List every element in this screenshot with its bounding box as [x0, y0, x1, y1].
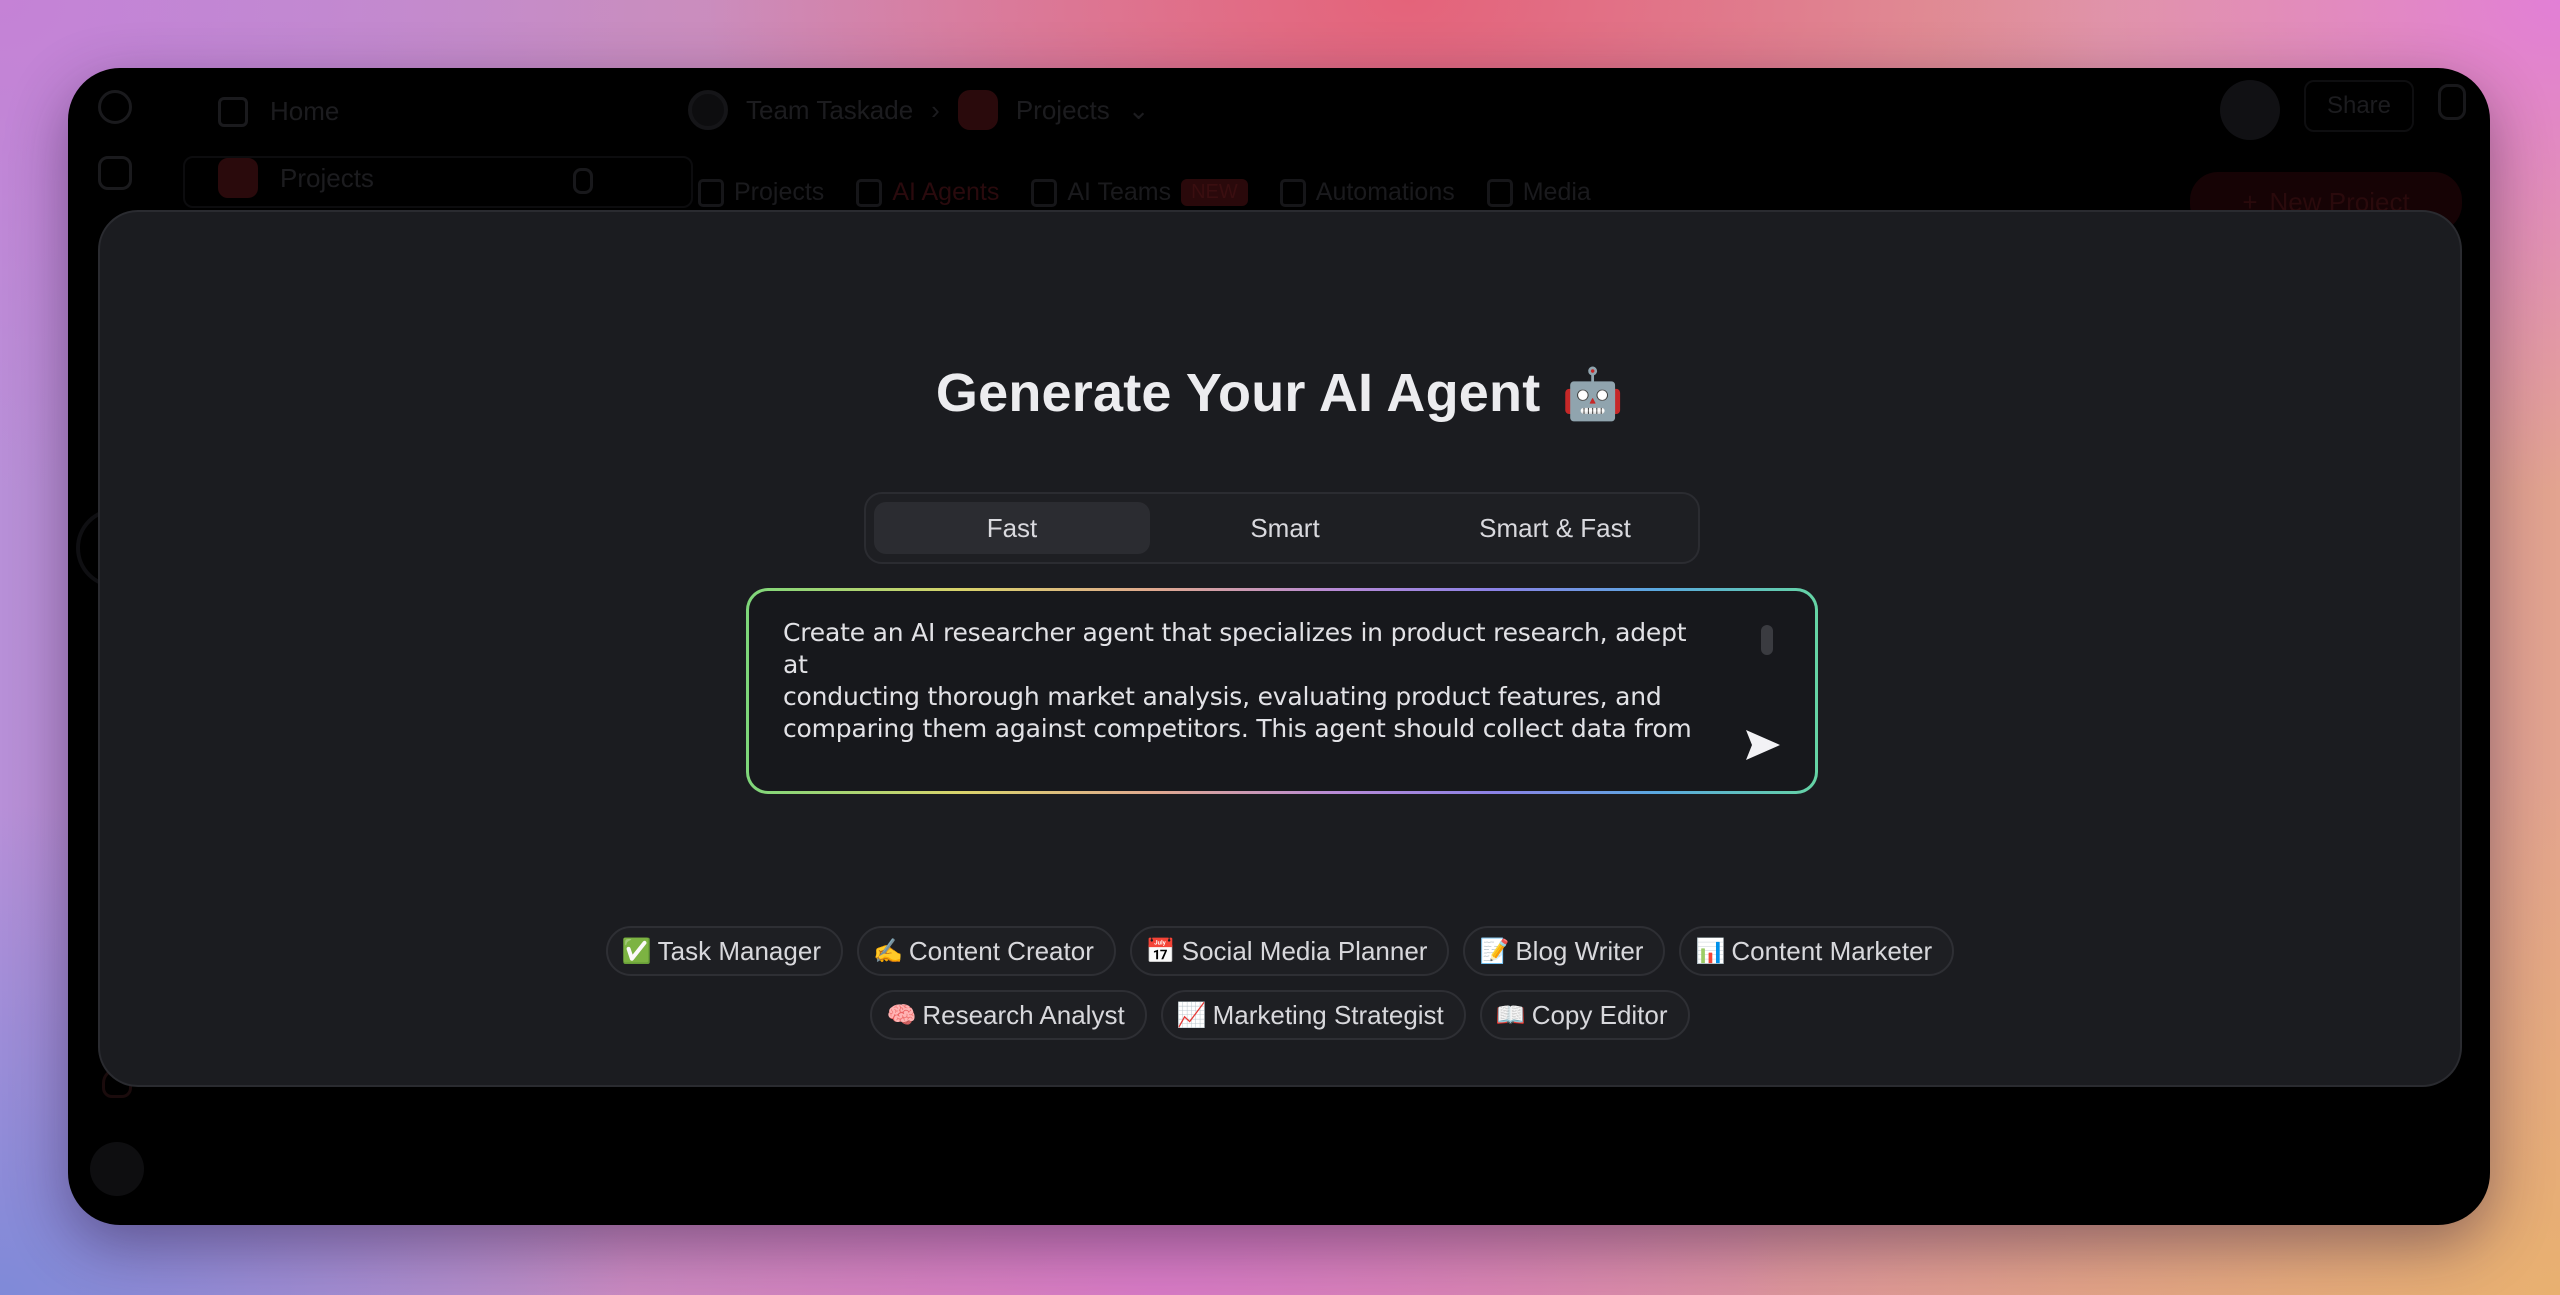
user-avatar[interactable] [90, 1142, 144, 1196]
clock-icon[interactable] [98, 156, 132, 190]
projects-icon [957, 90, 998, 130]
send-icon [1746, 730, 1780, 760]
tab-ai-teams[interactable]: AI Teams NEW [1031, 178, 1248, 207]
team-icon [1031, 178, 1058, 207]
automation-icon [1279, 178, 1306, 207]
suggestion-marketing-strategist[interactable]: 📈 Marketing Strategist [1160, 990, 1466, 1040]
breadcrumb-current[interactable]: Projects [1016, 95, 1110, 126]
tab-label: Media [1522, 178, 1591, 206]
tab-automations[interactable]: Automations [1279, 178, 1455, 207]
mode-fast[interactable]: Fast [874, 502, 1150, 554]
chip-label: Content Creator [908, 935, 1094, 966]
tab-bar: Projects AI Agents AI Teams NEW Automati… [698, 178, 1591, 207]
suggestion-research-analyst[interactable]: 🧠 Research Analyst [870, 990, 1147, 1040]
prompt-input-border: Create an AI researcher agent that speci… [746, 588, 1818, 794]
panel-toggle-icon[interactable] [2438, 84, 2466, 120]
member-avatar[interactable] [2220, 80, 2280, 140]
prompt-input[interactable]: Create an AI researcher agent that speci… [749, 591, 1815, 791]
bar-chart-icon: 📊 [1695, 937, 1726, 965]
suggestion-task-manager[interactable]: ✅ Task Manager [605, 926, 843, 976]
sidebar-item-home[interactable]: Home [218, 96, 339, 127]
chip-label: Research Analyst [922, 999, 1125, 1030]
chart-increasing-icon: 📈 [1176, 1001, 1207, 1029]
chevron-down-icon[interactable]: ⌄ [1128, 95, 1150, 126]
memo-icon: 📝 [1479, 937, 1510, 965]
suggestion-content-creator[interactable]: ✍️ Content Creator [856, 926, 1116, 976]
projects-icon [698, 178, 724, 207]
chip-label: Content Marketer [1731, 935, 1933, 966]
chip-label: Task Manager [657, 935, 821, 966]
robot-icon: 🤖 [1561, 366, 1625, 422]
file-icon [1486, 178, 1513, 207]
tab-label: Automations [1315, 178, 1455, 206]
suggestion-blog-writer[interactable]: 📝 Blog Writer [1463, 926, 1666, 976]
mode-selector: Fast Smart Smart & Fast [864, 492, 1700, 564]
projects-icon [218, 158, 258, 198]
suggestion-row: ✅ Task Manager ✍️ Content Creator 📅 Soci… [100, 926, 2460, 976]
tab-label: AI Agents [892, 178, 1000, 206]
suggestion-row: 🧠 Research Analyst 📈 Marketing Strategis… [100, 990, 2460, 1040]
calendar-icon: 📅 [1145, 937, 1176, 965]
modal-title-text: Generate Your AI Agent [935, 363, 1541, 423]
workspace-avatar-icon [688, 90, 728, 130]
mode-smart[interactable]: Smart [1150, 502, 1420, 554]
sidebar-item-label: Projects [280, 162, 374, 193]
robot-icon [856, 178, 883, 207]
book-icon: 📖 [1495, 1001, 1526, 1029]
tab-label: AI Teams [1067, 178, 1172, 206]
sidebar-item-projects[interactable]: Projects [218, 158, 374, 198]
tab-media[interactable]: Media [1486, 178, 1591, 207]
share-button[interactable]: Share [2304, 80, 2414, 132]
suggestion-social-media-planner[interactable]: 📅 Social Media Planner [1129, 926, 1450, 976]
chip-label: Marketing Strategist [1212, 999, 1444, 1030]
suggestion-copy-editor[interactable]: 📖 Copy Editor [1479, 990, 1690, 1040]
scrollbar-thumb[interactable] [1761, 625, 1773, 655]
lock-icon [573, 168, 593, 194]
sidebar-item-label: Home [270, 96, 340, 126]
tab-ai-agents[interactable]: AI Agents [856, 178, 999, 207]
brain-icon: 🧠 [886, 1001, 917, 1029]
writing-hand-icon: ✍️ [872, 937, 903, 965]
send-button[interactable] [1743, 725, 1783, 765]
chip-label: Blog Writer [1515, 935, 1644, 966]
check-icon: ✅ [621, 937, 652, 965]
search-icon[interactable] [98, 90, 132, 124]
chevron-right-icon: › [931, 94, 940, 125]
app-window: Home Projects Team Taskade › Projects ⌄ … [68, 68, 2490, 1225]
home-icon [218, 96, 248, 127]
chip-label: Copy Editor [1531, 999, 1668, 1030]
chip-label: Social Media Planner [1181, 935, 1428, 966]
generate-agent-modal: Generate Your AI Agent 🤖 Fast Smart Smar… [98, 210, 2462, 1087]
prompt-text[interactable]: Create an AI researcher agent that speci… [783, 617, 1715, 745]
breadcrumb-workspace[interactable]: Team Taskade [746, 95, 913, 126]
tab-label: Projects [734, 178, 825, 206]
modal-title: Generate Your AI Agent 🤖 [100, 362, 2460, 424]
tab-projects[interactable]: Projects [698, 178, 824, 207]
suggestion-content-marketer[interactable]: 📊 Content Marketer [1679, 926, 1955, 976]
mode-smart-and-fast[interactable]: Smart & Fast [1420, 502, 1690, 554]
new-badge: NEW [1181, 179, 1248, 206]
breadcrumb: Team Taskade › Projects ⌄ [688, 90, 1150, 130]
